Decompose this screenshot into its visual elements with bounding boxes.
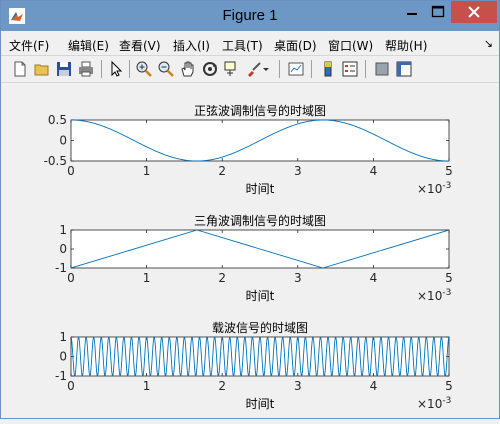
toolbar — [1, 55, 499, 83]
plot-title-3: 载波信号的时域图 — [212, 320, 308, 335]
x-exponent-label-3: ×10-3 — [417, 396, 451, 411]
x-tick-label: 2 — [218, 164, 226, 178]
brush-dropdown-icon[interactable] — [261, 60, 271, 78]
hide-plot-tools-icon[interactable] — [373, 60, 391, 78]
toolbar-separator — [365, 60, 366, 78]
menu-window[interactable]: 窗口(W) — [328, 37, 373, 54]
plots-svg: 正弦波调制信号的时域图0 1 2 3 4 50.50-0.5时间t ×10-3三角波调制信号… — [44, 103, 453, 411]
x-tick-label: 1 — [143, 271, 151, 285]
zoom-out-icon[interactable] — [157, 60, 175, 78]
x-tick-label: 5 — [445, 164, 453, 178]
x-tick-label: 0 — [67, 379, 75, 393]
y-tick-label: 1 — [59, 223, 67, 237]
y-tick-label: 1 — [59, 330, 67, 344]
toolbar-separator — [279, 60, 280, 78]
x-tick-label: 2 — [218, 379, 226, 393]
x-exponent-label-2: ×10-3 — [417, 288, 451, 303]
save-icon[interactable] — [55, 60, 73, 78]
edit-plot-arrow-icon[interactable] — [107, 60, 125, 78]
menu-bar: 文件(F) 编辑(E) 查看(V) 插入(I) 工具(T) 桌面(D) 窗口(W… — [1, 33, 499, 55]
menu-help[interactable]: 帮助(H) — [385, 37, 427, 54]
axes-box-3 — [70, 336, 450, 377]
show-plot-tools-icon[interactable] — [395, 60, 413, 78]
legend-icon[interactable] — [341, 60, 359, 78]
x-tick-label: 3 — [294, 164, 302, 178]
x-tick-label: 4 — [370, 271, 378, 285]
maximize-button[interactable] — [425, 1, 451, 23]
new-figure-icon[interactable] — [11, 60, 29, 78]
x-tick-label: 0 — [67, 164, 75, 178]
x-tick-label: 5 — [445, 271, 453, 285]
menu-insert[interactable]: 插入(I) — [173, 37, 210, 54]
link-plot-icon[interactable] — [287, 60, 305, 78]
plot-title-2: 三角波调制信号的时域图 — [194, 213, 326, 228]
x-tick-label: 4 — [370, 379, 378, 393]
toolbar-separator — [129, 60, 130, 78]
plot-title-1: 正弦波调制信号的时域图 — [194, 103, 326, 118]
x-axis-label-3: 时间t — [246, 397, 275, 411]
colorbar-icon[interactable] — [319, 60, 337, 78]
menu-desktop[interactable]: 桌面(D) — [274, 37, 317, 54]
x-axis-label-1: 时间t — [246, 182, 275, 196]
data-cursor-icon[interactable] — [223, 60, 241, 78]
x-tick-label: 3 — [294, 379, 302, 393]
x-tick-label: 3 — [294, 271, 302, 285]
toolbar-separator — [311, 60, 312, 78]
menu-dock-arrow-icon[interactable]: ↘ — [484, 37, 493, 50]
x-axis-label-2: 时间t — [246, 289, 275, 303]
x-exponent-label-1: ×10-3 — [417, 181, 451, 196]
menu-edit[interactable]: 编辑(E) — [68, 37, 109, 54]
x-tick-label: 0 — [67, 271, 75, 285]
y-tick-label: -1 — [55, 369, 67, 383]
pan-hand-icon[interactable] — [179, 60, 197, 78]
menu-tools[interactable]: 工具(T) — [222, 37, 263, 54]
figure-canvas[interactable]: 正弦波调制信号的时域图 0 1 2 3 4 5 0.5 0 -0.5 时间t ×10-3 三角波调制信号… — [1, 83, 499, 420]
minimize-button[interactable] — [399, 1, 425, 23]
zoom-in-icon[interactable] — [135, 60, 153, 78]
y-tick-label: 0 — [59, 350, 67, 364]
figure-window: Figure 1 文件(F) 编辑(E) 查看(V) 插入(I) 工具(T) 桌… — [0, 0, 500, 419]
y-tick-label: 0 — [59, 134, 67, 148]
x-tick-label: 1 — [143, 379, 151, 393]
y-tick-label: 0.5 — [48, 113, 67, 127]
y-tick-label: -1 — [55, 261, 67, 275]
x-tick-label: 2 — [218, 271, 226, 285]
y-tick-label: 0 — [59, 242, 67, 256]
rotate-3d-icon[interactable] — [201, 60, 219, 78]
menu-view[interactable]: 查看(V) — [119, 37, 161, 54]
x-tick-label: 1 — [143, 164, 151, 178]
toolbar-separator — [101, 60, 102, 78]
title-bar[interactable]: Figure 1 — [1, 1, 499, 31]
y-tick-label: -0.5 — [44, 154, 67, 168]
menu-file[interactable]: 文件(F) — [9, 37, 49, 54]
close-button[interactable] — [451, 1, 497, 23]
open-file-icon[interactable] — [33, 60, 51, 78]
x-tick-label: 4 — [370, 164, 378, 178]
x-tick-label: 5 — [445, 379, 453, 393]
print-icon[interactable] — [77, 60, 95, 78]
